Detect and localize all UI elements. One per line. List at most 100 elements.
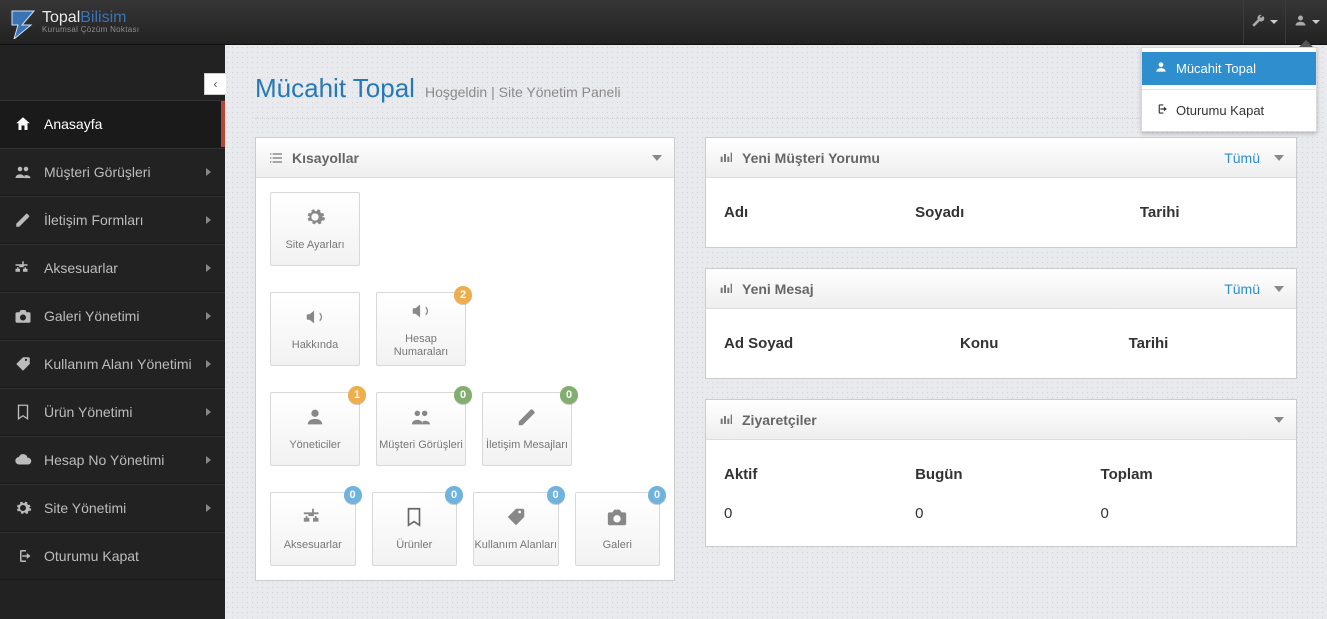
bookmark-icon	[403, 506, 425, 531]
shortcut-tile-tags[interactable]: Kullanım Alanları0	[473, 492, 559, 566]
shortcut-tile-bookmark[interactable]: Ürünler0	[372, 492, 458, 566]
sidebar-item-label: Müşteri Görüşleri	[44, 164, 151, 180]
sidebar-item-logout[interactable]: Oturumu Kapat	[0, 532, 225, 580]
tags-icon	[505, 506, 527, 531]
sidebar-item-cogs[interactable]: Site Yönetimi	[0, 484, 225, 532]
messages-col-subject: Konu	[956, 323, 1125, 364]
brand[interactable]: TopalBilisim Kurumsal Çözüm Noktası	[8, 5, 139, 39]
shortcut-tile-cogs[interactable]: Site Ayarları	[270, 192, 360, 266]
messages-col-name: Ad Soyad	[720, 323, 956, 364]
wrench-icon	[1251, 13, 1266, 31]
user-dropdown-profile[interactable]: Mücahit Topal	[1142, 52, 1316, 85]
tile-label: Site Ayarları	[285, 239, 344, 251]
sidebar-item-home[interactable]: Anasayfa	[0, 100, 225, 148]
shortcut-tile-bullhorn[interactable]: Hakkında	[270, 292, 360, 366]
comments-table: Adı Soyadı Tarihi	[720, 192, 1282, 233]
table-row: 0 0 0	[720, 495, 1282, 532]
sitemap-icon	[302, 506, 324, 531]
list-icon	[268, 150, 284, 166]
tile-label: İletişim Mesajları	[486, 439, 568, 451]
widget-comments: Yeni Müşteri Yorumu Tümü Adı Soyadı	[705, 137, 1297, 248]
badge: 0	[648, 486, 666, 504]
user-icon	[304, 406, 326, 431]
sidebar-item-label: Anasayfa	[44, 116, 102, 132]
shortcut-tile-bullhorn[interactable]: Hesap Numaraları2	[376, 292, 466, 366]
visitors-col-active: Aktif	[720, 454, 911, 495]
chevron-left-icon: ‹	[214, 77, 218, 91]
shortcut-tile-edit[interactable]: İletişim Mesajları0	[482, 392, 572, 466]
widget-collapse-button[interactable]	[652, 155, 662, 161]
logout-icon	[1154, 102, 1168, 119]
brand-tagline: Kurumsal Çözüm Noktası	[42, 26, 139, 34]
sidebar-item-label: Site Yönetimi	[44, 500, 126, 516]
widget-comments-all-link[interactable]: Tümü	[1224, 150, 1260, 166]
edit-icon	[14, 211, 32, 229]
user-icon	[1293, 13, 1308, 31]
bookmark-icon	[14, 403, 32, 421]
messages-col-date: Tarihi	[1125, 323, 1282, 364]
shortcut-tile-users[interactable]: Müşteri Görüşleri0	[376, 392, 466, 466]
badge: 0	[547, 486, 565, 504]
chevron-right-icon	[206, 504, 211, 512]
badge: 1	[348, 386, 366, 404]
widget-shortcuts-title: Kısayollar	[292, 150, 359, 166]
tile-label: Galeri	[603, 539, 632, 551]
tile-label: Hesap Numaraları	[377, 333, 465, 357]
sidebar-item-label: Galeri Yönetimi	[44, 308, 139, 324]
tile-label: Ürünler	[396, 539, 432, 551]
widget-collapse-button[interactable]	[1274, 286, 1284, 292]
sidebar-collapse-button[interactable]: ‹	[204, 73, 226, 95]
visitors-col-total: Toplam	[1097, 454, 1282, 495]
widget-comments-title: Yeni Müşteri Yorumu	[742, 150, 880, 166]
brand-logo-icon	[8, 5, 38, 39]
chevron-right-icon	[206, 168, 211, 176]
cogs-icon	[14, 499, 32, 517]
camera-icon	[14, 307, 32, 325]
bar-chart-icon	[718, 281, 734, 297]
bar-chart-icon	[718, 150, 734, 166]
widget-messages: Yeni Mesaj Tümü Ad Soyad Konu	[705, 268, 1297, 379]
badge: 0	[445, 486, 463, 504]
sidebar-item-label: Aksesuarlar	[44, 260, 118, 276]
sidebar: ‹ Anasayfa Müşteri Görüşleri İletişim Form…	[0, 45, 225, 619]
tile-label: Aksesuarlar	[284, 539, 342, 551]
sidebar-item-label: Ürün Yönetimi	[44, 404, 132, 420]
tile-label: Müşteri Görüşleri	[379, 439, 463, 451]
badge: 2	[454, 286, 472, 304]
sidebar-item-label: Hesap No Yönetimi	[44, 452, 164, 468]
shortcut-tile-camera[interactable]: Galeri0	[575, 492, 661, 566]
sidebar-item-tags[interactable]: Kullanım Alanı Yönetimi	[0, 340, 225, 388]
users-icon	[14, 163, 32, 181]
page-title: Mücahit Topal	[255, 73, 415, 104]
bullhorn-icon	[410, 300, 432, 325]
sidebar-item-camera[interactable]: Galeri Yönetimi	[0, 292, 225, 340]
widget-shortcuts: Kısayollar Site Ayarları Hakkında Hesap Nu…	[255, 137, 675, 581]
visitors-val-total: 0	[1097, 495, 1282, 532]
sidebar-item-cloud[interactable]: Hesap No Yönetimi	[0, 436, 225, 484]
shortcut-tile-sitemap[interactable]: Aksesuarlar0	[270, 492, 356, 566]
user-dropdown-name: Mücahit Topal	[1176, 61, 1256, 76]
chevron-right-icon	[206, 312, 211, 320]
sidebar-item-sitemap[interactable]: Aksesuarlar	[0, 244, 225, 292]
user-dropdown-logout[interactable]: Oturumu Kapat	[1142, 94, 1316, 127]
sidebar-item-label: İletişim Formları	[44, 212, 144, 228]
sidebar-item-users[interactable]: Müşteri Görüşleri	[0, 148, 225, 196]
user-menu-button[interactable]	[1285, 0, 1327, 44]
logout-icon	[14, 547, 32, 565]
camera-icon	[606, 506, 628, 531]
widget-visitors-title: Ziyaretçiler	[742, 412, 817, 428]
widget-collapse-button[interactable]	[1274, 417, 1284, 423]
sidebar-item-label: Kullanım Alanı Yönetimi	[44, 356, 192, 372]
settings-menu-button[interactable]	[1243, 0, 1285, 44]
cogs-icon	[304, 206, 326, 231]
shortcut-tile-user[interactable]: Yöneticiler1	[270, 392, 360, 466]
visitors-val-today: 0	[911, 495, 1096, 532]
tile-label: Hakkında	[292, 339, 338, 351]
widget-messages-all-link[interactable]: Tümü	[1224, 281, 1260, 297]
chevron-right-icon	[206, 456, 211, 464]
widget-collapse-button[interactable]	[1274, 155, 1284, 161]
widget-visitors: Ziyaretçiler Aktif Bugün Toplam	[705, 399, 1297, 547]
sidebar-item-edit[interactable]: İletişim Formları	[0, 196, 225, 244]
divider	[1142, 89, 1316, 90]
sidebar-item-bookmark[interactable]: Ürün Yönetimi	[0, 388, 225, 436]
